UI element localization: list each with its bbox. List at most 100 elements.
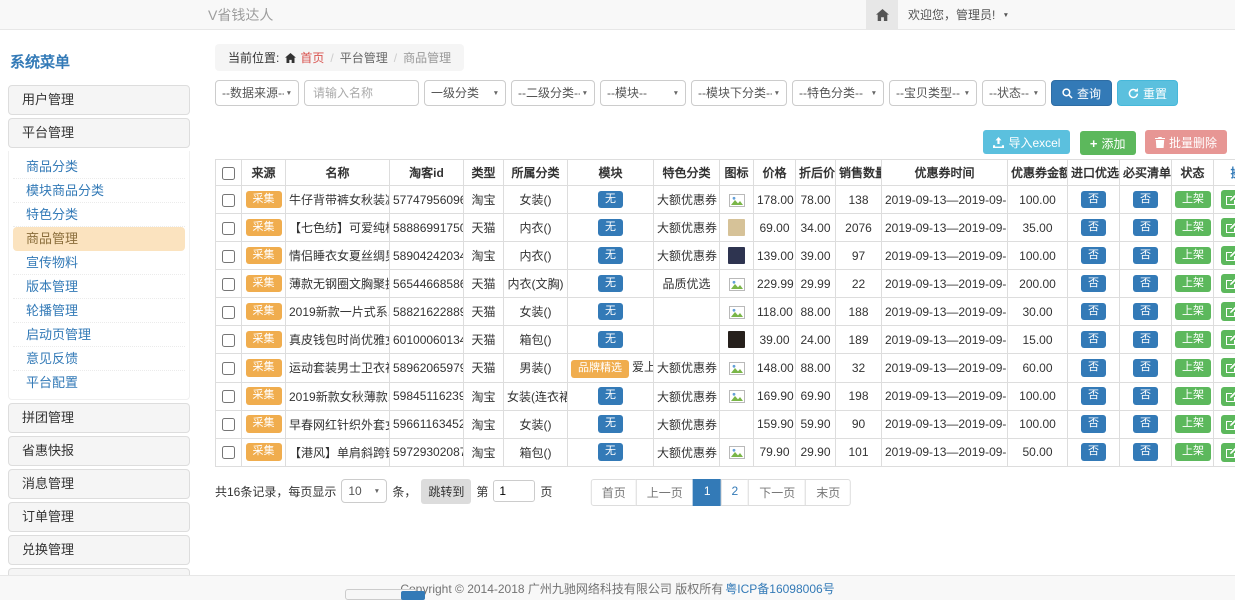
import-flag-badge[interactable]: 否: [1081, 219, 1106, 237]
sidebar-item[interactable]: 意见反馈: [13, 347, 185, 371]
user-menu[interactable]: 欢迎您，管理员! ▼: [908, 0, 1012, 29]
page-button[interactable]: 下一页: [748, 479, 806, 506]
filter-select-control[interactable]: --特色分类--: [799, 86, 869, 100]
filter-select[interactable]: --二级分类--▼: [511, 80, 595, 106]
filter-select-control[interactable]: --状态--: [989, 86, 1031, 100]
filter-select[interactable]: --数据来源--▼: [215, 80, 299, 106]
edit-button[interactable]: [1221, 415, 1235, 434]
import-flag-badge[interactable]: 否: [1081, 191, 1106, 209]
status-badge[interactable]: 上架: [1175, 247, 1211, 265]
page-button[interactable]: 末页: [805, 479, 851, 506]
import-flag-badge[interactable]: 否: [1081, 331, 1106, 349]
sidebar-panel[interactable]: 兑换管理: [8, 535, 190, 565]
row-checkbox[interactable]: [222, 362, 235, 375]
select-all-checkbox[interactable]: [222, 167, 235, 180]
reset-button[interactable]: 重置: [1117, 80, 1178, 106]
sidebar-item[interactable]: 特色分类: [13, 203, 185, 227]
edit-button[interactable]: [1221, 302, 1235, 321]
edit-button[interactable]: [1221, 358, 1235, 377]
must-buy-flag-badge[interactable]: 否: [1133, 275, 1158, 293]
row-checkbox[interactable]: [222, 418, 235, 431]
filter-select[interactable]: --模块--▼: [600, 80, 686, 106]
jump-page-input[interactable]: [493, 480, 535, 502]
sidebar-panel[interactable]: 消息管理: [8, 469, 190, 499]
status-badge[interactable]: 上架: [1175, 275, 1211, 293]
import-flag-badge[interactable]: 否: [1081, 415, 1106, 433]
row-checkbox[interactable]: [222, 306, 235, 319]
must-buy-flag-badge[interactable]: 否: [1133, 191, 1158, 209]
edit-button[interactable]: [1221, 246, 1235, 265]
status-badge[interactable]: 上架: [1175, 219, 1211, 237]
edit-button[interactable]: [1221, 387, 1235, 406]
row-checkbox[interactable]: [222, 194, 235, 207]
sidebar-panel[interactable]: 平台管理: [8, 118, 190, 148]
import-flag-badge[interactable]: 否: [1081, 275, 1106, 293]
filter-select[interactable]: --状态--▼: [982, 80, 1046, 106]
sidebar-item[interactable]: 商品管理: [13, 227, 185, 251]
edit-button[interactable]: [1221, 330, 1235, 349]
page-button[interactable]: 1: [693, 479, 722, 506]
sidebar-item[interactable]: 轮播管理: [13, 299, 185, 323]
icp-link[interactable]: 粤ICP备16098006号: [725, 580, 834, 597]
import-flag-badge[interactable]: 否: [1081, 303, 1106, 321]
filter-select[interactable]: 一级分类▼: [424, 80, 506, 106]
sidebar-item[interactable]: 启动页管理: [13, 323, 185, 347]
sidebar-item[interactable]: 版本管理: [13, 275, 185, 299]
sidebar-item[interactable]: 宣传物料: [13, 251, 185, 275]
sidebar-panel[interactable]: 拼团管理: [8, 403, 190, 433]
sidebar-item[interactable]: 商品分类: [13, 155, 185, 179]
row-checkbox[interactable]: [222, 278, 235, 291]
row-checkbox[interactable]: [222, 250, 235, 263]
status-badge[interactable]: 上架: [1175, 443, 1211, 461]
per-page-select-control[interactable]: 10: [348, 484, 374, 498]
filter-select-control[interactable]: --数据来源--: [222, 86, 284, 100]
jump-button[interactable]: 跳转到: [421, 479, 471, 504]
must-buy-flag-badge[interactable]: 否: [1133, 247, 1158, 265]
status-badge[interactable]: 上架: [1175, 331, 1211, 349]
import-flag-badge[interactable]: 否: [1081, 247, 1106, 265]
must-buy-flag-badge[interactable]: 否: [1133, 443, 1158, 461]
per-page-select[interactable]: 10 ▼: [341, 479, 387, 503]
status-badge[interactable]: 上架: [1175, 387, 1211, 405]
filter-select[interactable]: --宝贝类型--▼: [889, 80, 977, 106]
home-button[interactable]: [866, 0, 898, 29]
sidebar-panel[interactable]: 省惠快报: [8, 436, 190, 466]
filter-select[interactable]: --特色分类--▼: [792, 80, 884, 106]
add-button[interactable]: + 添加: [1080, 131, 1136, 155]
must-buy-flag-badge[interactable]: 否: [1133, 359, 1158, 377]
filter-select-control[interactable]: --模块--: [607, 86, 671, 100]
row-checkbox[interactable]: [222, 390, 235, 403]
import-excel-button[interactable]: 导入excel: [983, 130, 1070, 154]
batch-delete-button[interactable]: 批量删除: [1145, 130, 1227, 154]
edit-button[interactable]: [1221, 443, 1235, 462]
page-button[interactable]: 上一页: [636, 479, 694, 506]
filter-select[interactable]: --模块下分类--▼: [691, 80, 787, 106]
sidebar-panel[interactable]: 订单管理: [8, 502, 190, 532]
breadcrumb-item[interactable]: 平台管理: [340, 49, 388, 66]
import-flag-badge[interactable]: 否: [1081, 443, 1106, 461]
filter-select-control[interactable]: --模块下分类--: [698, 86, 772, 100]
name-search-input[interactable]: [304, 80, 419, 106]
status-badge[interactable]: 上架: [1175, 191, 1211, 209]
edit-button[interactable]: [1221, 274, 1235, 293]
filter-select-control[interactable]: 一级分类: [431, 86, 491, 100]
status-badge[interactable]: 上架: [1175, 359, 1211, 377]
sidebar-item[interactable]: 平台配置: [13, 371, 185, 395]
must-buy-flag-badge[interactable]: 否: [1133, 387, 1158, 405]
import-flag-badge[interactable]: 否: [1081, 387, 1106, 405]
filter-select-control[interactable]: --二级分类--: [518, 86, 580, 100]
row-checkbox[interactable]: [222, 334, 235, 347]
must-buy-flag-badge[interactable]: 否: [1133, 219, 1158, 237]
row-checkbox[interactable]: [222, 446, 235, 459]
status-badge[interactable]: 上架: [1175, 303, 1211, 321]
status-badge[interactable]: 上架: [1175, 415, 1211, 433]
breadcrumb-home-link[interactable]: 首页: [285, 49, 324, 66]
must-buy-flag-badge[interactable]: 否: [1133, 331, 1158, 349]
query-button[interactable]: 查询: [1051, 80, 1112, 106]
sidebar-item[interactable]: 模块商品分类: [13, 179, 185, 203]
page-button[interactable]: 首页: [591, 479, 637, 506]
row-checkbox[interactable]: [222, 222, 235, 235]
page-button[interactable]: 2: [721, 479, 750, 506]
edit-button[interactable]: [1221, 190, 1235, 209]
sidebar-panel[interactable]: 用户管理: [8, 85, 190, 115]
